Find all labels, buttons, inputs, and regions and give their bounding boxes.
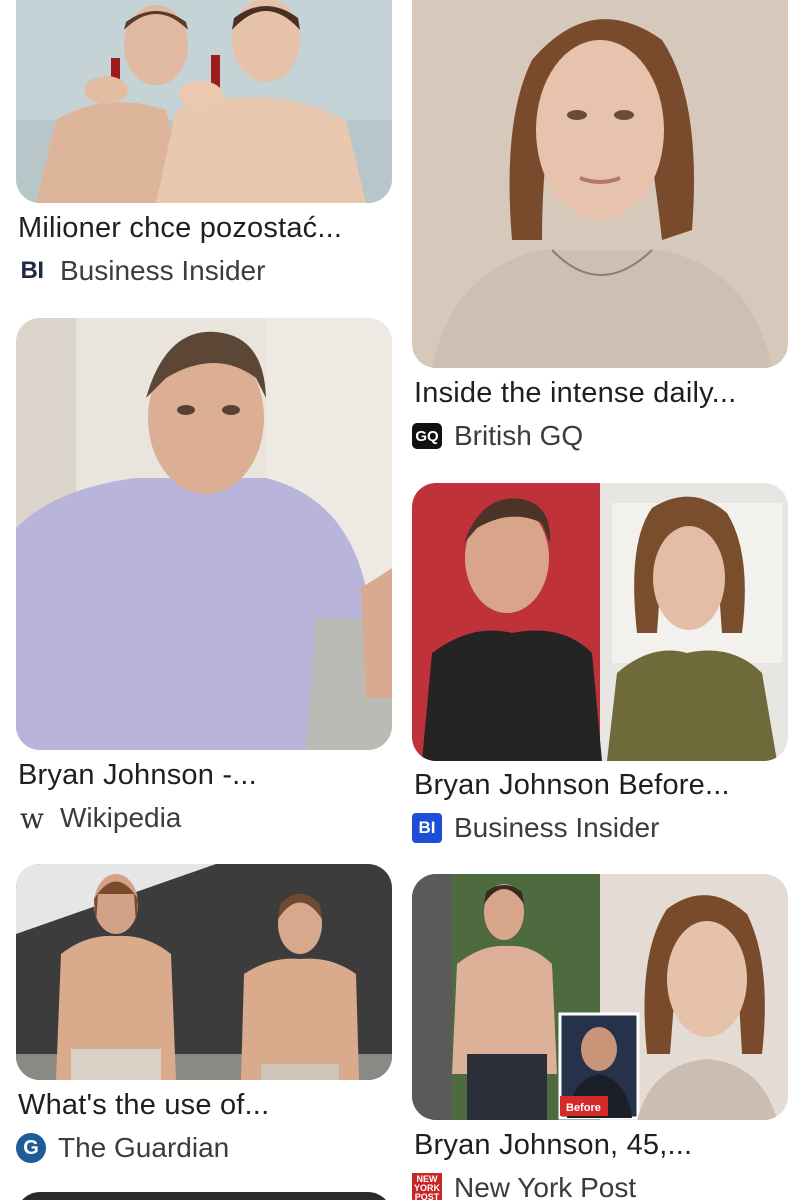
source-name: New York Post [454, 1172, 637, 1200]
result-title[interactable]: Bryan Johnson Before... [414, 768, 730, 802]
thumbnail-image: Before [412, 874, 788, 1120]
guardian-icon: G [16, 1133, 46, 1163]
result-thumbnail[interactable] [412, 0, 788, 368]
source-name: The Guardian [58, 1132, 230, 1163]
result-title[interactable]: Inside the intense daily... [414, 376, 736, 410]
result-title[interactable]: Bryan Johnson -... [18, 758, 257, 792]
result-thumbnail[interactable]: Before [412, 874, 788, 1120]
thumbnail-image [16, 864, 392, 1080]
new-york-post-icon: NEW YORK POST [412, 1173, 442, 1200]
source-name: British GQ [454, 420, 584, 451]
thumbnail-image [16, 318, 392, 750]
result-source[interactable]: BI Business Insider [412, 811, 659, 845]
business-insider-icon: BI [20, 257, 45, 284]
source-name: Business Insider [60, 255, 266, 286]
before-label: Before [566, 1102, 601, 1114]
source-name: Wikipedia [60, 802, 182, 833]
result-source[interactable]: GQ British GQ [412, 419, 583, 453]
thumbnail-image [412, 0, 788, 368]
result-thumbnail[interactable] [16, 318, 392, 750]
business-insider-icon: BI [412, 813, 442, 843]
result-thumbnail[interactable] [412, 483, 788, 761]
result-source[interactable]: BI Business Insider [16, 254, 266, 288]
thumbnail-image [16, 0, 392, 203]
gq-icon: GQ [412, 423, 442, 449]
result-thumbnail[interactable] [16, 864, 392, 1080]
result-thumbnail[interactable] [16, 0, 392, 203]
result-title[interactable]: Milioner chce pozostać... [18, 211, 342, 245]
result-source[interactable]: G The Guardian [16, 1131, 229, 1165]
source-name: Business Insider [454, 812, 660, 843]
next-result-thumbnail[interactable] [16, 1192, 392, 1200]
thumbnail-image [412, 483, 788, 761]
result-title[interactable]: What's the use of... [18, 1088, 269, 1122]
result-title[interactable]: Bryan Johnson, 45,... [414, 1128, 692, 1162]
result-source[interactable]: NEW YORK POST New York Post [412, 1171, 636, 1200]
wikipedia-icon: w [20, 801, 44, 835]
result-source[interactable]: w Wikipedia [16, 801, 181, 835]
